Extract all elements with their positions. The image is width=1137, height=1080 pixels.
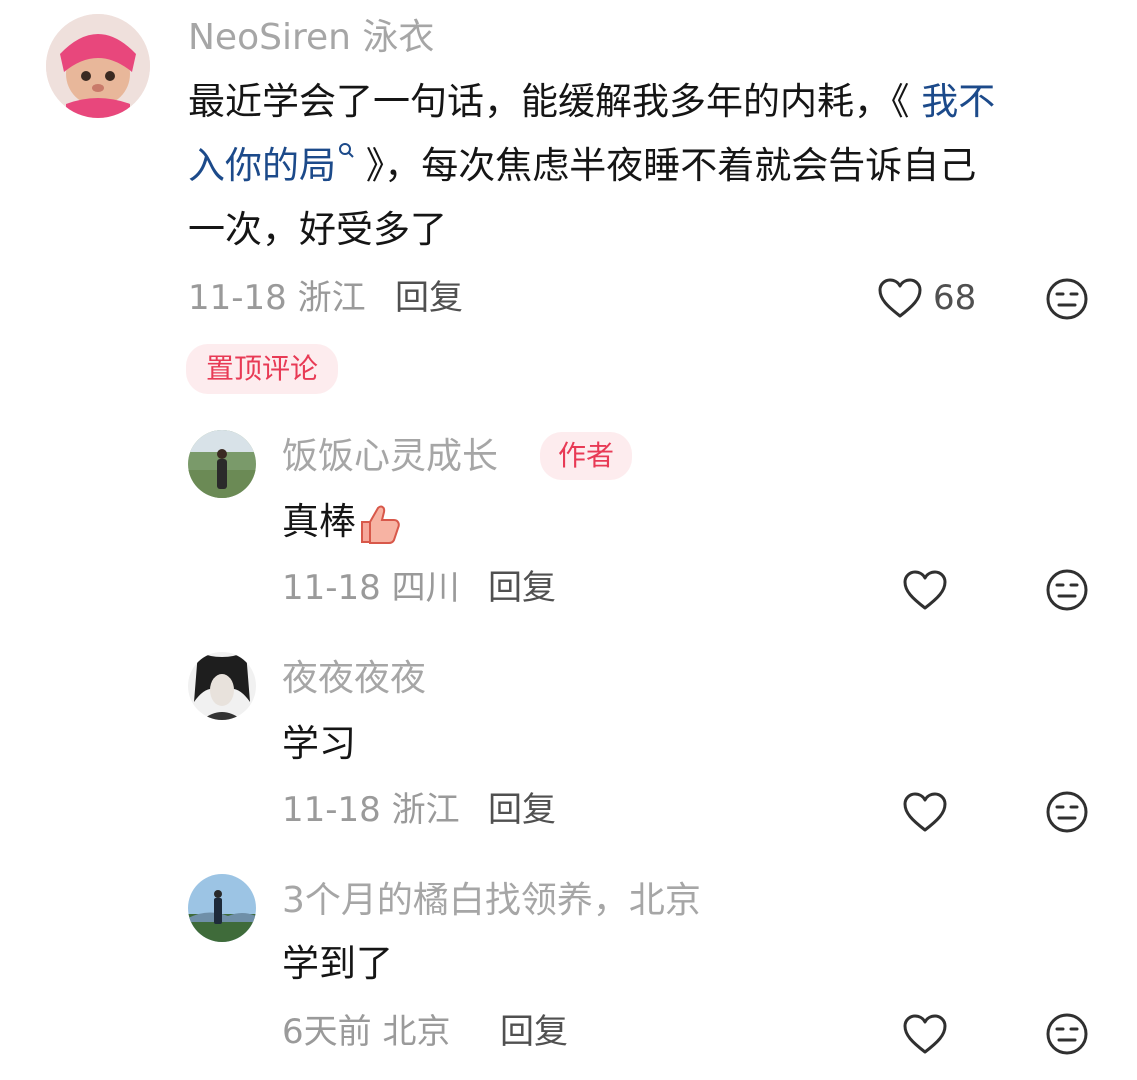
reply-button[interactable]: 回复 xyxy=(395,276,463,320)
reply-meta: 11-18 四川 xyxy=(282,566,460,610)
landscape-photo-avatar xyxy=(188,874,256,942)
heart-outline-icon xyxy=(878,278,922,318)
reply-location: 浙江 xyxy=(391,790,460,830)
like-count: 68 xyxy=(933,278,977,318)
reply-location: 北京 xyxy=(382,1012,451,1052)
reply-item: 夜夜夜夜 学习 11-18 浙江 回复 xyxy=(0,642,1137,852)
person-photo-avatar xyxy=(188,430,256,498)
username[interactable]: 夜夜夜夜 xyxy=(282,656,426,702)
reply-text: 真棒 xyxy=(282,500,356,543)
comment-date: 11-18 xyxy=(188,278,287,318)
dislike-button[interactable] xyxy=(1045,790,1089,834)
like-button[interactable] xyxy=(902,1012,948,1056)
search-link-end[interactable]: 入你的局 xyxy=(188,144,336,187)
dislike-button[interactable] xyxy=(1045,1012,1089,1056)
like-button[interactable]: 68 xyxy=(877,276,987,322)
illustration-avatar xyxy=(188,652,256,720)
avatar[interactable] xyxy=(188,430,256,498)
reply-item: 3个月的橘白找领养，北京 学到了 6天前 北京 回复 xyxy=(0,864,1137,1074)
heart-outline-icon xyxy=(903,570,947,610)
reply-date: 11-18 xyxy=(282,790,381,830)
author-badge: 作者 xyxy=(540,432,632,480)
username[interactable]: 3个月的橘白找领养，北京 xyxy=(282,878,701,924)
search-link[interactable]: 我不 xyxy=(910,80,995,123)
reply-item: 饭饭心灵成长 作者 真棒 11-18 四川 回复 xyxy=(0,420,1137,630)
dislike-button[interactable] xyxy=(1045,277,1089,321)
reply-button[interactable]: 回复 xyxy=(500,1010,568,1054)
bunny-avatar-image xyxy=(46,14,150,118)
username[interactable]: NeoSiren 泳衣 xyxy=(188,16,434,60)
reply-body: 真棒 xyxy=(282,496,402,548)
reply-meta: 11-18 浙江 xyxy=(282,788,460,832)
avatar[interactable] xyxy=(46,14,150,118)
neutral-face-icon xyxy=(1046,1013,1088,1055)
comment-top-level: NeoSiren 泳衣 最近学会了一句话，能缓解我多年的内耗，《 我不 入你的局… xyxy=(0,0,1137,400)
reply-button[interactable]: 回复 xyxy=(488,566,556,610)
username[interactable]: 饭饭心灵成长 xyxy=(282,434,498,480)
reply-date: 6天前 xyxy=(282,1012,372,1052)
dislike-button[interactable] xyxy=(1045,568,1089,612)
comment-location: 浙江 xyxy=(297,278,366,318)
heart-outline-icon xyxy=(903,1014,947,1054)
neutral-face-icon xyxy=(1046,791,1088,833)
thumbs-up-emoji-icon xyxy=(356,502,402,546)
search-mini-icon[interactable] xyxy=(336,140,354,164)
avatar[interactable] xyxy=(188,652,256,720)
avatar[interactable] xyxy=(188,874,256,942)
comment-body-line-1: 最近学会了一句话，能缓解我多年的内耗，《 我不 xyxy=(188,76,995,128)
reply-button[interactable]: 回复 xyxy=(488,788,556,832)
reply-meta: 6天前 北京 xyxy=(282,1010,450,1054)
comment-text: 》，每次焦虑半夜睡不着就会告诉自己 xyxy=(354,144,977,187)
like-button[interactable] xyxy=(902,568,948,612)
heart-outline-icon xyxy=(903,792,947,832)
neutral-face-icon xyxy=(1046,569,1088,611)
comment-meta: 11-18 浙江 xyxy=(188,276,366,320)
like-button[interactable] xyxy=(902,790,948,834)
reply-body: 学习 xyxy=(282,722,356,765)
pinned-comment-badge: 置顶评论 xyxy=(186,344,338,394)
reply-location: 四川 xyxy=(391,568,460,608)
comment-text: 最近学会了一句话，能缓解我多年的内耗，《 xyxy=(188,80,910,123)
neutral-face-icon xyxy=(1046,278,1088,320)
comment-body-line-3: 一次，好受多了 xyxy=(188,208,447,251)
reply-body: 学到了 xyxy=(282,942,393,985)
reply-date: 11-18 xyxy=(282,568,381,608)
comment-body-line-2: 入你的局 》，每次焦虑半夜睡不着就会告诉自己 xyxy=(188,140,976,192)
